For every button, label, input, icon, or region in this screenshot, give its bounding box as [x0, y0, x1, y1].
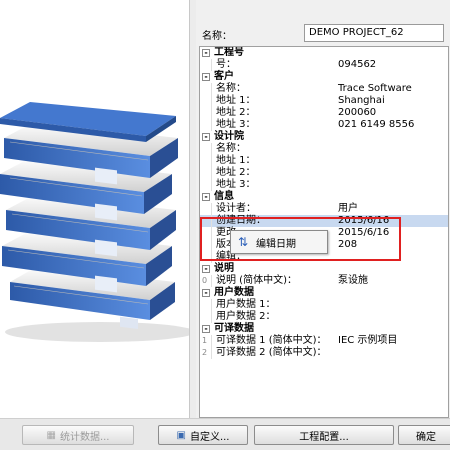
property-row[interactable]: 地址 1： Shanghai: [200, 95, 448, 107]
settings-icon: ▣: [176, 429, 186, 441]
collapse-icon[interactable]: -: [202, 73, 210, 81]
properties-pane: 名称： DEMO PROJECT_62 - 工程号 号： 094562- 客户 名称： Tr…: [196, 0, 450, 418]
edit-date-label: 编辑日期: [256, 238, 296, 250]
row-separator: [211, 59, 212, 71]
property-row[interactable]: 名称：: [200, 143, 448, 155]
row-separator: [211, 335, 212, 347]
collapse-icon[interactable]: -: [202, 289, 210, 297]
property-row[interactable]: 用户数据 2：: [200, 311, 448, 323]
property-key: 用户数据 2：: [216, 311, 276, 322]
property-row[interactable]: 地址 3：: [200, 179, 448, 191]
category-row[interactable]: - 可译数据: [200, 323, 448, 335]
property-key: 设计者：: [216, 203, 256, 214]
customize-button[interactable]: ▣ 自定义...: [158, 425, 248, 445]
project-name-field[interactable]: DEMO PROJECT_62: [304, 24, 444, 42]
statistics-button-label: 统计数据...: [59, 431, 110, 443]
property-key: 地址 2：: [216, 107, 256, 118]
row-separator: [211, 311, 212, 323]
property-key: 地址 3：: [216, 179, 256, 190]
collapse-icon[interactable]: -: [202, 265, 210, 273]
collapse-icon[interactable]: -: [202, 133, 210, 141]
row-separator: [211, 167, 212, 179]
language-index: 1: [202, 336, 208, 345]
property-key: 地址 3：: [216, 119, 256, 130]
property-value[interactable]: 用户: [338, 203, 358, 215]
project-properties-dialog: 名称： DEMO PROJECT_62 - 工程号 号： 094562- 客户 名称： Tr…: [0, 0, 450, 450]
property-key: 名称：: [216, 143, 246, 154]
property-value[interactable]: Shanghai: [338, 95, 385, 107]
statistics-button[interactable]: ▦ 统计数据...: [22, 425, 134, 445]
customize-button-label: 自定义...: [189, 431, 230, 443]
row-separator: [211, 83, 212, 95]
property-row[interactable]: 1 可译数据 1 (简体中文)： IEC 示例项目: [200, 335, 448, 347]
chart-icon: ▦: [46, 429, 56, 441]
project-image-panel: [0, 0, 190, 418]
row-separator: [211, 107, 212, 119]
property-row[interactable]: 2 可译数据 2 (简体中文)：: [200, 347, 448, 359]
row-separator: [211, 347, 212, 359]
language-index: 2: [202, 348, 208, 357]
property-row[interactable]: 设计者： 用户: [200, 203, 448, 215]
property-row[interactable]: 地址 3： 021 6149 8556: [200, 119, 448, 131]
project-config-button-label: 工程配置...: [299, 431, 349, 443]
category-row[interactable]: - 工程号: [200, 47, 448, 59]
category-label: 信息: [214, 191, 234, 202]
property-key: 地址 2：: [216, 167, 256, 178]
collapse-icon[interactable]: -: [202, 193, 210, 201]
property-row[interactable]: 地址 2：: [200, 167, 448, 179]
property-value[interactable]: IEC 示例项目: [338, 335, 397, 347]
category-row[interactable]: - 设计院: [200, 131, 448, 143]
property-key: 号：: [216, 59, 236, 70]
category-label: 说明: [214, 263, 234, 274]
property-row[interactable]: 0 说明 (简体中文)： 泵设施: [200, 275, 448, 287]
name-label: 名称：: [202, 31, 232, 42]
property-value[interactable]: 094562: [338, 59, 376, 71]
row-separator: [211, 143, 212, 155]
category-row[interactable]: - 客户: [200, 71, 448, 83]
category-label: 设计院: [214, 131, 244, 142]
property-key: 可译数据 2 (简体中文)：: [216, 347, 327, 358]
row-separator: [211, 119, 212, 131]
ok-button-label: 确定: [416, 431, 436, 443]
property-value[interactable]: Trace Software: [338, 83, 412, 95]
property-key: 地址 1：: [216, 155, 256, 166]
row-separator: [211, 95, 212, 107]
ok-button[interactable]: 确定: [398, 425, 450, 445]
category-label: 可译数据: [214, 323, 254, 334]
property-row[interactable]: 名称： Trace Software: [200, 83, 448, 95]
property-row[interactable]: 号： 094562: [200, 59, 448, 71]
property-value[interactable]: 200060: [338, 107, 376, 119]
row-separator: [211, 299, 212, 311]
row-separator: [211, 275, 212, 287]
category-label: 客户: [214, 71, 234, 82]
sync-icon: ⇅: [237, 235, 249, 249]
project-config-button[interactable]: 工程配置...: [254, 425, 394, 445]
category-row[interactable]: - 用户数据: [200, 287, 448, 299]
edit-date-popup[interactable]: ⇅ 编辑日期: [230, 230, 328, 254]
property-key: 说明 (简体中文)：: [216, 275, 297, 286]
property-value[interactable]: 泵设施: [338, 275, 368, 287]
row-separator: [211, 155, 212, 167]
property-value[interactable]: 021 6149 8556: [338, 119, 414, 131]
property-row[interactable]: 地址 2： 200060: [200, 107, 448, 119]
category-label: 工程号: [214, 47, 244, 58]
row-separator: [211, 179, 212, 191]
binders-illustration: [0, 102, 189, 342]
collapse-icon[interactable]: -: [202, 325, 210, 333]
category-label: 用户数据: [214, 287, 254, 298]
category-row[interactable]: - 说明: [200, 263, 448, 275]
language-index: 0: [202, 276, 208, 285]
dialog-button-bar: ▦ 统计数据... ▣ 自定义... 工程配置... 确定: [0, 418, 450, 450]
property-row[interactable]: 地址 1：: [200, 155, 448, 167]
property-row[interactable]: 用户数据 1：: [200, 299, 448, 311]
property-key: 名称：: [216, 83, 246, 94]
category-row[interactable]: - 信息: [200, 191, 448, 203]
property-key: 地址 1：: [216, 95, 256, 106]
property-key: 用户数据 1：: [216, 299, 276, 310]
property-key: 可译数据 1 (简体中文)：: [216, 335, 327, 346]
collapse-icon[interactable]: -: [202, 49, 210, 57]
row-separator: [211, 203, 212, 215]
